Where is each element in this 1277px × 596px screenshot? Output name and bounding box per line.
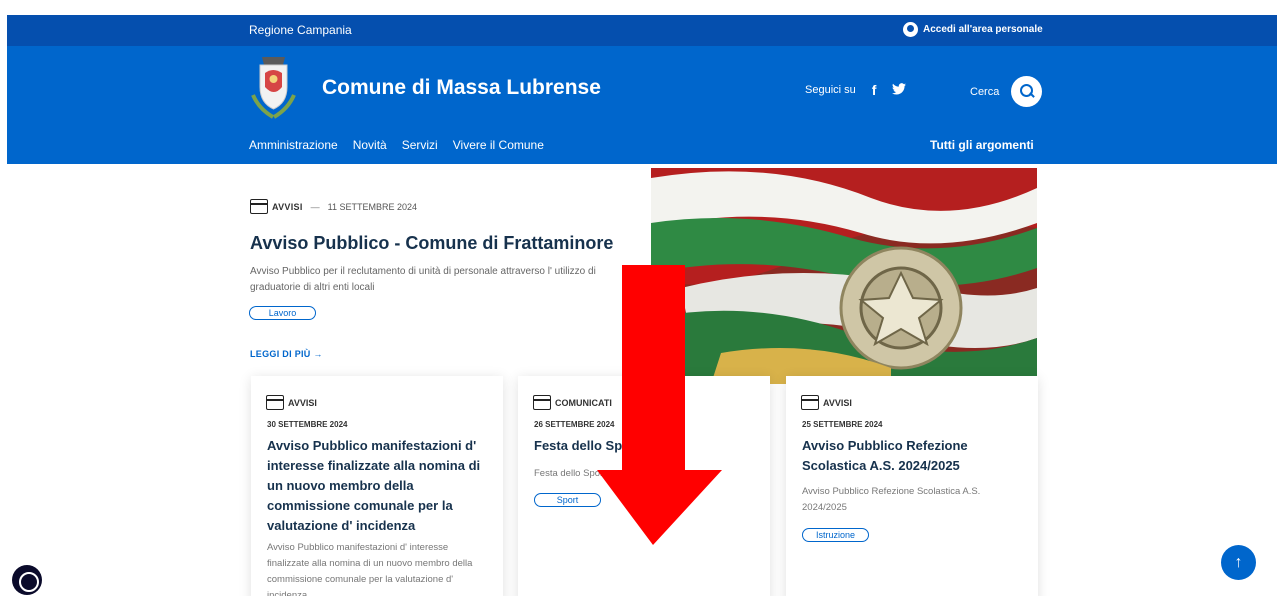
social-links: Seguici su f	[805, 82, 907, 98]
twitter-icon[interactable]	[892, 82, 907, 98]
social-label: Seguici su	[805, 84, 856, 96]
card-category: AVVISI	[266, 395, 317, 410]
card-description: Avviso Pubblico manifestazioni d' intere…	[267, 542, 473, 596]
calendar-icon	[266, 395, 284, 410]
card-date: 25 SETTEMBRE 2024	[802, 420, 883, 429]
page: Regione Campania Accedi all'area persona…	[0, 0, 1277, 596]
back-to-top-button[interactable]: ↑	[1221, 545, 1256, 580]
read-more-link[interactable]: LEGGI DI PIÙ →	[250, 349, 323, 359]
facebook-icon[interactable]: f	[872, 82, 877, 98]
card-description: Avviso Pubblico Refezione Scolastica A.S…	[802, 486, 981, 513]
all-topics-link[interactable]: Tutti gli argomenti	[930, 138, 1034, 152]
hero-separator: —	[310, 201, 320, 212]
main-navigation: Amministrazione Novità Servizi Vivere il…	[249, 138, 544, 152]
card-title[interactable]: Avviso Pubblico manifestazioni d' intere…	[267, 436, 492, 536]
calendar-icon	[533, 395, 551, 410]
card-title[interactable]: Avviso Pubblico Refezione Scolastica A.S…	[802, 436, 1027, 476]
search-icon[interactable]	[1011, 76, 1043, 107]
card-category: AVVISI	[801, 395, 852, 410]
user-icon	[903, 22, 918, 37]
nav-item-amministrazione[interactable]: Amministrazione	[249, 138, 338, 152]
search-area[interactable]: Cerca	[970, 76, 1043, 107]
hero-description: Avviso Pubblico per il reclutamento di u…	[250, 266, 596, 293]
hero-title[interactable]: Avviso Pubblico - Comune di Frattaminore	[250, 233, 613, 254]
calendar-icon	[801, 395, 819, 410]
site-header: Comune di Massa Lubrense Seguici su f Ce…	[7, 46, 1277, 164]
nav-item-novita[interactable]: Novità	[353, 138, 387, 152]
site-title[interactable]: Comune di Massa Lubrense	[322, 76, 601, 100]
search-label: Cerca	[970, 85, 1000, 98]
login-link[interactable]: Accedi all'area personale	[903, 22, 1043, 37]
hero-category: AVVISI — 11 SETTEMBRE 2024	[250, 199, 417, 214]
card-tag-istruzione[interactable]: Istruzione	[802, 528, 869, 542]
top-bar: Regione Campania Accedi all'area persona…	[7, 15, 1277, 46]
card-tag-sport[interactable]: Sport	[534, 493, 601, 507]
nav-item-vivere-il-comune[interactable]: Vivere il Comune	[453, 138, 544, 152]
card-category-label[interactable]: AVVISI	[288, 398, 317, 408]
card-category-label[interactable]: AVVISI	[823, 398, 852, 408]
hero-category-label[interactable]: AVVISI	[272, 202, 303, 212]
hero-date: 11 SETTEMBRE 2024	[327, 201, 418, 212]
card-date: 30 SETTEMBRE 2024	[267, 420, 348, 429]
nav-item-servizi[interactable]: Servizi	[402, 138, 438, 152]
news-card[interactable]: AVVISI 30 SETTEMBRE 2024 Avviso Pubblico…	[251, 376, 503, 596]
news-card[interactable]: AVVISI 25 SETTEMBRE 2024 Avviso Pubblico…	[786, 376, 1038, 596]
municipality-crest-logo[interactable]	[250, 55, 297, 120]
calendar-icon	[250, 199, 268, 214]
region-link[interactable]: Regione Campania	[249, 23, 352, 37]
red-arrow-down-icon	[597, 265, 722, 545]
accessibility-icon[interactable]	[12, 565, 42, 595]
login-label: Accedi all'area personale	[923, 24, 1043, 35]
hero-tag-lavoro[interactable]: Lavoro	[249, 306, 316, 320]
